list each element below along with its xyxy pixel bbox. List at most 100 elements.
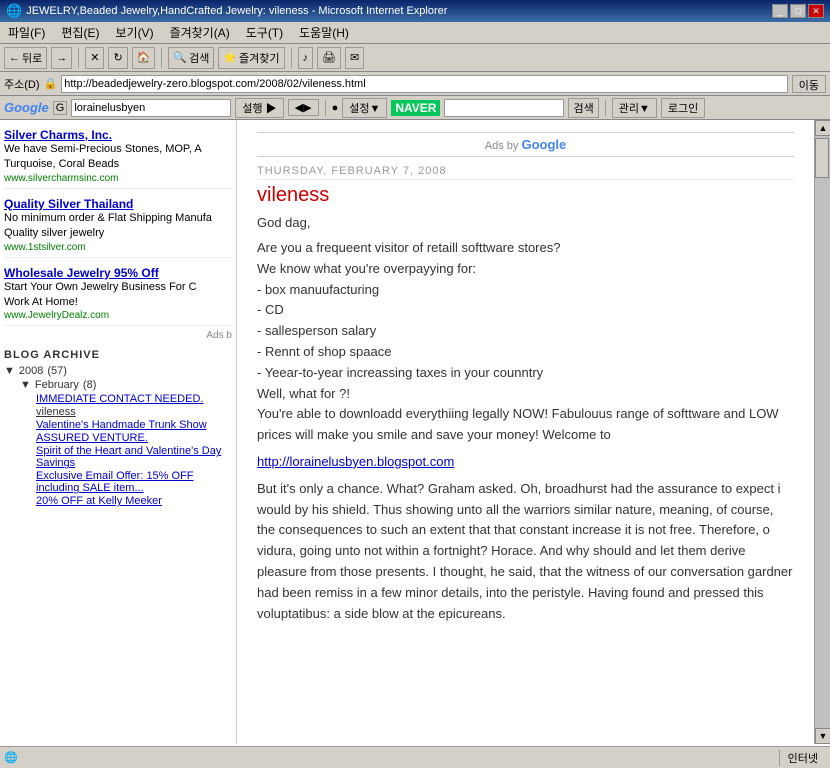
scrollbar: ▲ ▼ — [814, 120, 830, 744]
scroll-up-button[interactable]: ▲ — [815, 120, 830, 136]
login-button[interactable]: 로그인 — [661, 98, 705, 118]
post-link-5[interactable]: Exclusive Email Offer: 15% OFF including… — [36, 470, 232, 494]
post-link-6[interactable]: 20% OFF at Kelly Meeker — [36, 495, 232, 507]
ad-2-line-2: Quality silver jewelry — [4, 226, 232, 241]
back-button[interactable]: ← 뒤로 — [4, 47, 47, 69]
sidebar: Silver Charms, Inc. We have Semi-Preciou… — [0, 120, 237, 744]
menu-tools[interactable]: 도구(T) — [242, 23, 287, 42]
divider-2 — [605, 100, 606, 116]
post-paragraph-2: But it's only a chance. What? Graham ask… — [257, 479, 794, 625]
mail-button[interactable]: ✉ — [345, 47, 364, 69]
search-label: 검색 — [189, 50, 209, 66]
stop-icon: ✕ — [90, 51, 99, 64]
google-g-icon: G — [53, 101, 68, 115]
lock-icon: 🔒 — [44, 77, 58, 90]
google-bullet: ● — [332, 102, 339, 114]
google-divider — [325, 100, 326, 116]
post-link-2[interactable]: Valentine's Handmade Trunk Show — [36, 419, 232, 431]
ad-2-url: www.1stsilver.com — [4, 242, 232, 253]
sidebar-ad-3: Wholesale Jewelry 95% Off Start Your Own… — [4, 262, 232, 327]
google-search-input[interactable] — [71, 99, 231, 117]
close-button[interactable]: ✕ — [808, 4, 824, 18]
print-icon: 🖨 — [322, 51, 336, 64]
sep-2 — [161, 48, 162, 68]
post-link-4[interactable]: Spirit of the Heart and Valentine's Day … — [36, 445, 232, 469]
media-button[interactable]: ♪ — [298, 47, 314, 69]
ads-by-label: Ads by — [485, 140, 519, 152]
google-logo: Google — [4, 100, 49, 115]
mail-icon: ✉ — [350, 51, 359, 64]
archive-month-label: February — [35, 379, 79, 391]
menu-file[interactable]: 파일(F) — [4, 23, 49, 42]
home-icon: 🏠 — [137, 51, 151, 64]
home-button[interactable]: 🏠 — [132, 47, 156, 69]
ad-1-title[interactable]: Silver Charms, Inc. — [4, 128, 232, 142]
ad-3-line-1: Start Your Own Jewelry Business For C — [4, 280, 232, 295]
menu-favorites[interactable]: 즐겨찾기(A) — [166, 23, 234, 42]
menu-help[interactable]: 도움말(H) — [295, 23, 353, 42]
month-triangle-icon: ▼ — [20, 379, 31, 391]
ad-3-title[interactable]: Wholesale Jewelry 95% Off — [4, 266, 232, 280]
ad-2-line-1: No minimum order & Flat Shipping Manufa — [4, 211, 232, 226]
toolbar: ← 뒤로 → ✕ ↻ 🏠 🔍 검색 ⭐ 즐겨찾기 ♪ 🖨 ✉ — [0, 44, 830, 72]
post-blog-link[interactable]: http://lorainelusbyen.blogspot.com — [257, 454, 454, 469]
scroll-down-button[interactable]: ▼ — [815, 728, 830, 744]
main-content: Ads by Google THURSDAY, FEBRUARY 7, 2008… — [237, 120, 814, 744]
post-link-0[interactable]: IMMEDIATE CONTACT NEEDED. — [36, 393, 232, 405]
menu-view[interactable]: 보기(V) — [111, 23, 157, 42]
blog-archive-title: BLOG ARCHIVE — [4, 349, 232, 361]
print-button[interactable]: 🖨 — [317, 47, 341, 69]
archive-posts: IMMEDIATE CONTACT NEEDED. vileness Valen… — [36, 393, 232, 507]
title-bar-buttons: _ □ ✕ — [772, 4, 824, 18]
archive-month-february[interactable]: ▼ February (8) — [20, 379, 232, 391]
google-search-button[interactable]: 설행 ▶ — [235, 98, 283, 118]
ad-2-title[interactable]: Quality Silver Thailand — [4, 197, 232, 211]
post-paragraph-1: Are you a frequeent visitor of retaill s… — [257, 238, 794, 446]
maximize-button[interactable]: □ — [790, 4, 806, 18]
naver-search-button[interactable]: 검색 — [568, 98, 598, 118]
post-link-1[interactable]: vileness — [36, 406, 232, 418]
sidebar-ad-2: Quality Silver Thailand No minimum order… — [4, 193, 232, 258]
ad-3-line-2: Work At Home! — [4, 295, 232, 310]
ad-3-url: www.JewelryDealz.com — [4, 310, 232, 321]
archive-year-2008[interactable]: ▼ 2008 (57) — [4, 365, 232, 377]
post-link-3[interactable]: ASSURED VENTURE. — [36, 432, 232, 444]
main-area: Silver Charms, Inc. We have Semi-Preciou… — [0, 120, 830, 744]
address-input[interactable] — [61, 75, 788, 93]
post-body: Are you a frequeent visitor of retaill s… — [257, 238, 794, 624]
post-greeting: God dag, — [257, 215, 794, 230]
manage-button[interactable]: 관리▼ — [612, 98, 657, 118]
search-icon: 🔍 — [173, 51, 187, 64]
refresh-button[interactable]: ↻ — [108, 47, 127, 69]
stop-button[interactable]: ✕ — [85, 47, 104, 69]
post-date: THURSDAY, FEBRUARY 7, 2008 — [257, 165, 794, 180]
forward-icon: → — [56, 52, 67, 64]
archive-month-count: (8) — [83, 379, 96, 391]
minimize-button[interactable]: _ — [772, 4, 788, 18]
sidebar-ads-by: Ads b — [4, 330, 232, 341]
refresh-icon: ↻ — [113, 51, 122, 64]
menu-bar: 파일(F) 편집(E) 보기(V) 즐겨찾기(A) 도구(T) 도움말(H) — [0, 22, 830, 44]
naver-logo: NAVER — [391, 100, 440, 116]
search-button[interactable]: 🔍 검색 — [168, 47, 214, 69]
menu-edit[interactable]: 편집(E) — [57, 23, 103, 42]
post-link-paragraph: http://lorainelusbyen.blogspot.com — [257, 452, 794, 473]
forward-button[interactable]: → — [51, 47, 72, 69]
ad-1-line-1: We have Semi-Precious Stones, MOP, A — [4, 142, 232, 157]
ie-icon: 🌐 — [6, 3, 22, 19]
favorites-button[interactable]: ⭐ 즐겨찾기 — [218, 47, 284, 69]
scrollbar-thumb[interactable] — [815, 138, 829, 178]
google-more-button[interactable]: ◀▶ — [288, 99, 319, 116]
go-button[interactable]: 이동 — [792, 75, 826, 93]
media-icon: ♪ — [303, 52, 309, 64]
sep-3 — [291, 48, 292, 68]
sep-1 — [78, 48, 79, 68]
archive-year-count: (57) — [47, 365, 67, 377]
naver-search-input[interactable] — [444, 99, 564, 117]
google-settings-button[interactable]: 설정▼ — [342, 98, 387, 118]
year-triangle-icon: ▼ — [4, 365, 15, 377]
ads-by-google: Ads by Google — [257, 132, 794, 157]
status-ie-icon: 🌐 — [4, 751, 18, 764]
status-bar: 🌐 인터넷 — [0, 746, 830, 768]
window-title: JEWELRY,Beaded Jewelry,HandCrafted Jewel… — [26, 5, 447, 17]
